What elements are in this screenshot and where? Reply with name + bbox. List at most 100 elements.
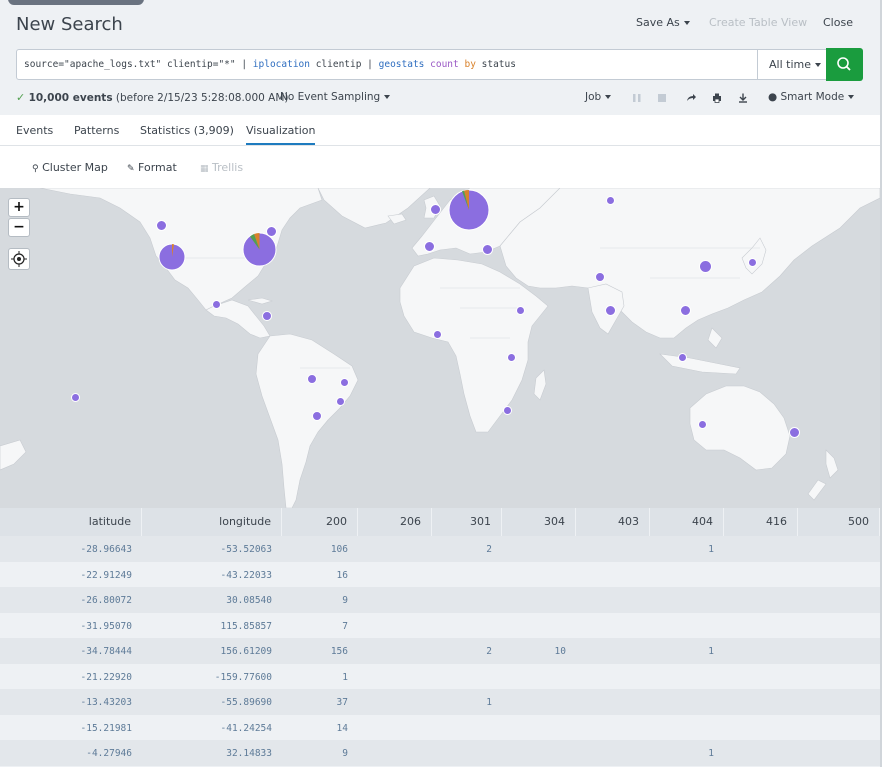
table-cell: 1 [708,646,714,657]
table-cell: 115.85857 [220,620,272,632]
column-header[interactable]: 301 [432,508,502,536]
map-marker[interactable] [678,353,687,362]
zoom-in-button[interactable]: + [8,198,30,217]
pause-icon[interactable] [632,93,642,103]
time-range-picker[interactable]: All time [757,49,827,80]
map-marker[interactable] [71,393,80,402]
map-marker[interactable] [503,406,512,415]
chevron-down-icon [384,95,391,99]
map-marker[interactable] [698,420,707,429]
tab-visualization[interactable]: Visualization [246,124,316,145]
map-marker[interactable] [507,353,516,362]
event-detail: (before 2/15/23 5:28:08.000 AM) [115,92,289,104]
column-header[interactable]: 404 [650,508,724,536]
format-button[interactable]: ✎ Format [127,161,177,174]
save-as-button[interactable]: Save As [636,16,690,29]
map-marker[interactable] [516,306,525,315]
job-menu[interactable]: Job [585,91,612,103]
column-header[interactable]: 500 [798,508,880,536]
cluster-map[interactable]: + − [0,188,880,508]
map-marker[interactable] [606,196,615,205]
tab-patterns[interactable]: Patterns [74,124,119,137]
trellis-label: Trellis [212,161,244,174]
map-marker[interactable] [336,397,345,406]
map-marker[interactable] [680,305,691,316]
cluster-pie-marker[interactable] [242,232,277,267]
map-marker[interactable] [433,330,442,339]
world-map-land [0,188,880,508]
title-bar: New Search Save As Create Table View Clo… [0,0,882,48]
map-marker[interactable] [307,374,317,384]
table-cell: -28.96643 [80,544,132,555]
format-label: Format [138,161,177,174]
lightbulb-icon: ● [768,91,778,103]
table-row: -26.80072 30.08540 9 [0,587,880,613]
search-icon [837,57,851,71]
search-mode-dropdown[interactable]: ● Smart Mode [768,91,855,103]
search-input[interactable]: source="apache_logs.txt" clientip="*" | … [16,49,758,80]
column-header[interactable]: 200 [282,508,358,536]
pencil-icon: ✎ [127,164,135,174]
map-marker[interactable] [699,260,712,273]
cluster-pie-marker[interactable] [158,243,186,271]
column-header[interactable]: 403 [576,508,650,536]
column-header[interactable]: latitude [0,508,142,536]
map-marker[interactable] [424,241,435,252]
table-cell: 37 [336,697,348,708]
column-header[interactable]: 206 [358,508,432,536]
table-row: -13.43203 -55.89690 37 1 [0,689,880,715]
column-header[interactable]: 416 [724,508,798,536]
map-marker[interactable] [430,204,441,215]
statistics-table: latitude longitude 200 206 301 304 403 404 416 50… [0,508,880,767]
table-row: -4.27946 32.14833 9 1 [0,740,880,766]
share-icon[interactable] [686,93,696,103]
map-marker[interactable] [312,411,322,421]
close-button[interactable]: Close [823,16,853,29]
export-icon[interactable] [738,93,748,103]
splunk-search-app: New Search Save As Create Table View Clo… [0,0,882,767]
table-cell: 1 [342,671,348,683]
table-row: -22.91249 -43.22033 16 [0,562,880,588]
table-cell: -13.43203 [80,697,132,708]
chevron-down-icon [848,95,855,99]
column-header[interactable]: longitude [142,508,282,536]
table-cell: 156 [330,646,348,657]
table-cell: -41.24254 [220,722,272,734]
map-marker[interactable] [789,427,800,438]
column-header[interactable]: 304 [502,508,576,536]
table-cell: -43.22033 [220,569,272,581]
zoom-out-button[interactable]: − [8,218,30,237]
map-marker[interactable] [340,378,349,387]
table-cell: -4.27946 [86,748,132,759]
map-marker[interactable] [482,244,493,255]
results-tabs: Events Patterns Statistics (3,909) Visua… [0,115,880,146]
table-cell: 16 [336,569,348,581]
table-cell: -53.52063 [220,544,272,555]
tab-statistics[interactable]: Statistics (3,909) [140,124,234,137]
cluster-map-button[interactable]: ⚲ Cluster Map [32,161,108,174]
map-marker[interactable] [605,305,616,316]
map-marker[interactable] [212,300,221,309]
table-cell: 9 [342,748,348,759]
stop-icon[interactable] [657,93,667,103]
query-token: by [464,59,476,70]
table-cell: 9 [342,595,348,606]
table-cell: -26.80072 [80,595,132,606]
event-sampling-dropdown[interactable]: No Event Sampling [280,91,391,103]
table-cell: 1 [708,748,714,759]
map-marker[interactable] [595,272,605,282]
table-cell: -15.21981 [80,722,132,734]
create-table-view-button: Create Table View [709,16,808,29]
map-marker[interactable] [156,220,167,231]
table-cell: -31.95070 [80,620,132,632]
cluster-pie-marker[interactable] [448,189,490,231]
map-marker[interactable] [748,258,757,267]
query-token: count [430,59,459,70]
event-sampling-label: No Event Sampling [280,91,381,103]
table-row: -34.78444 156.61209 156 2 10 1 [0,638,880,664]
reset-view-button[interactable] [8,248,30,270]
print-icon[interactable] [712,93,722,103]
tab-events[interactable]: Events [16,124,53,137]
search-button[interactable] [826,48,863,81]
map-marker[interactable] [262,311,272,321]
